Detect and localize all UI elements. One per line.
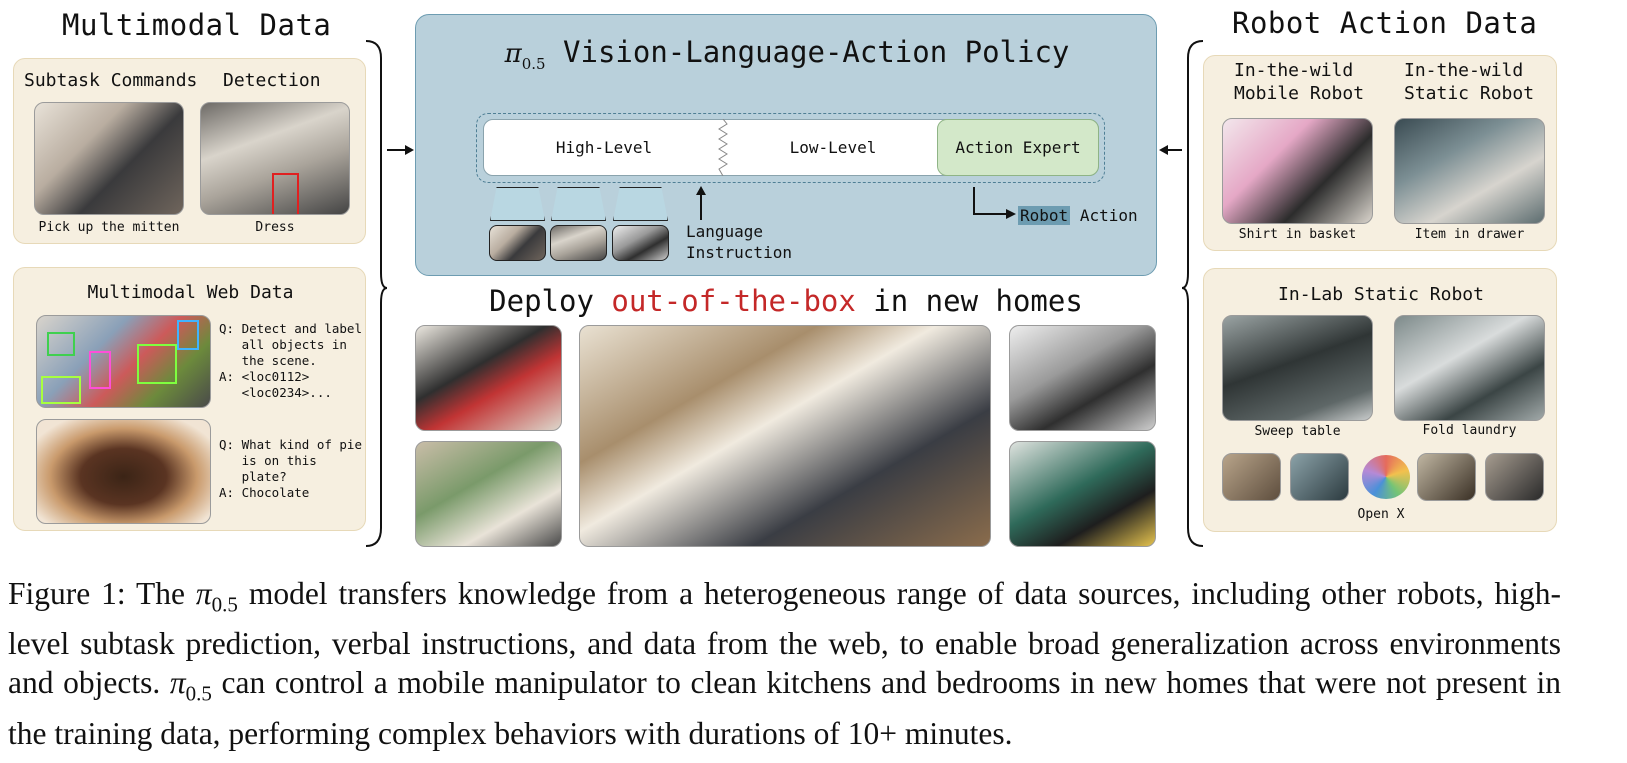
sweep-table-caption: Sweep table (1254, 424, 1341, 439)
in-lab-panel: In-Lab Static Robot Sweep table Fold lau… (1203, 268, 1557, 532)
deploy-image-robot-bottom-left (415, 441, 562, 547)
in-the-wild-panel: In-the-wild Mobile Robot In-the-wild Sta… (1203, 55, 1557, 251)
multimodal-data-title: Multimodal Data (62, 8, 332, 42)
fold-laundry-caption: Fold laundry (1422, 423, 1517, 438)
deploy-image-robot-top-left (415, 325, 562, 431)
openx-image-4 (1485, 453, 1544, 501)
vla-title: π0.5 Vision-Language-Action Policy (416, 35, 1158, 73)
mobile-robot-image (1222, 118, 1373, 224)
camera-image-1 (489, 225, 546, 261)
caption-pi-sub-2: 0.5 (185, 681, 212, 706)
left-brace-arrow (365, 40, 414, 547)
image-token-2 (551, 187, 606, 221)
image-token-1 (490, 187, 545, 221)
web-data-title: Multimodal Web Data (87, 282, 294, 303)
robot-action-data-title: Robot Action Data (1232, 6, 1538, 40)
segment-divider-zigzag (718, 119, 728, 176)
right-brace-arrow (1159, 40, 1204, 547)
static-robot-caption: Item in drawer (1414, 227, 1525, 242)
mobile-robot-caption: Shirt in basket (1238, 227, 1357, 242)
deploy-image-sink (1009, 325, 1156, 431)
openx-image-1 (1222, 453, 1281, 501)
deploy-image-stove (1009, 441, 1156, 547)
language-arrow (696, 186, 706, 220)
bbox-2 (89, 351, 111, 389)
in-lab-title: In-Lab Static Robot (1278, 284, 1484, 305)
image-token-3 (613, 187, 668, 221)
fold-laundry-image (1394, 315, 1545, 421)
bbox-3 (137, 344, 177, 384)
multimodal-web-panel: Multimodal Web Data Q: Detect and label … (13, 267, 366, 531)
pi-symbol: π (504, 39, 522, 69)
sweep-table-image (1222, 315, 1373, 421)
openx-logo (1362, 455, 1410, 499)
bbox-4 (177, 320, 199, 350)
low-level-segment: Low-Level (789, 138, 877, 157)
caption-pi-1: π (195, 576, 212, 611)
caption-pi-sub-1: 0.5 (211, 592, 238, 617)
high-level-segment: High-Level (555, 138, 653, 157)
vla-policy-box: π0.5 Vision-Language-Action Policy High-… (415, 14, 1157, 276)
camera-image-3 (612, 225, 669, 261)
openx-image-2 (1290, 453, 1349, 501)
deploy-title: Deploy out-of-the-box in new homes (489, 284, 1083, 318)
caption-pi-2: π (169, 665, 186, 701)
deploy-highlight: out-of-the-box (611, 284, 856, 318)
web-detection-image (36, 315, 211, 408)
subtask-detection-panel: Subtask Commands Detection Pick up the m… (13, 58, 366, 244)
action-expert-segment: Action Expert (937, 119, 1099, 176)
detection-caption: Dress (255, 220, 295, 235)
camera-image-2 (550, 225, 607, 261)
detection-bedroom-image (200, 102, 350, 215)
deploy-image-bedroom-main (579, 325, 991, 547)
robot-action-arrow (973, 187, 1016, 219)
action-word: Action (1079, 206, 1138, 225)
detection-bounding-box (272, 173, 299, 214)
subtask-commands-heading: Subtask Commands (24, 70, 198, 91)
vla-title-text: Vision-Language-Action Policy (563, 35, 1070, 69)
language-instruction-label: Language Instruction (686, 222, 792, 262)
robot-action-label: Robot Action (1018, 205, 1138, 226)
detection-heading: Detection (223, 70, 321, 91)
web-pie-image (36, 419, 211, 524)
bbox-5 (41, 376, 81, 404)
bbox-1 (47, 332, 75, 356)
subtask-kitchen-image (34, 102, 184, 215)
figure-caption: Figure 1: The π0.5 model transfers knowl… (8, 576, 1561, 751)
static-robot-heading: In-the-wild Static Robot (1404, 60, 1535, 104)
mobile-robot-heading: In-the-wild Mobile Robot (1234, 60, 1365, 104)
openx-caption: Open X (1357, 507, 1405, 522)
web-qa-2: Q: What kind of pie is on this plate? A:… (219, 437, 362, 500)
pi-subscript: 0.5 (521, 55, 546, 73)
robot-word: Robot (1018, 206, 1071, 225)
subtask-caption: Pick up the mitten (38, 220, 180, 235)
web-qa-1: Q: Detect and label all objects in the s… (219, 321, 362, 400)
static-robot-image (1394, 118, 1545, 224)
openx-image-3 (1417, 453, 1476, 501)
